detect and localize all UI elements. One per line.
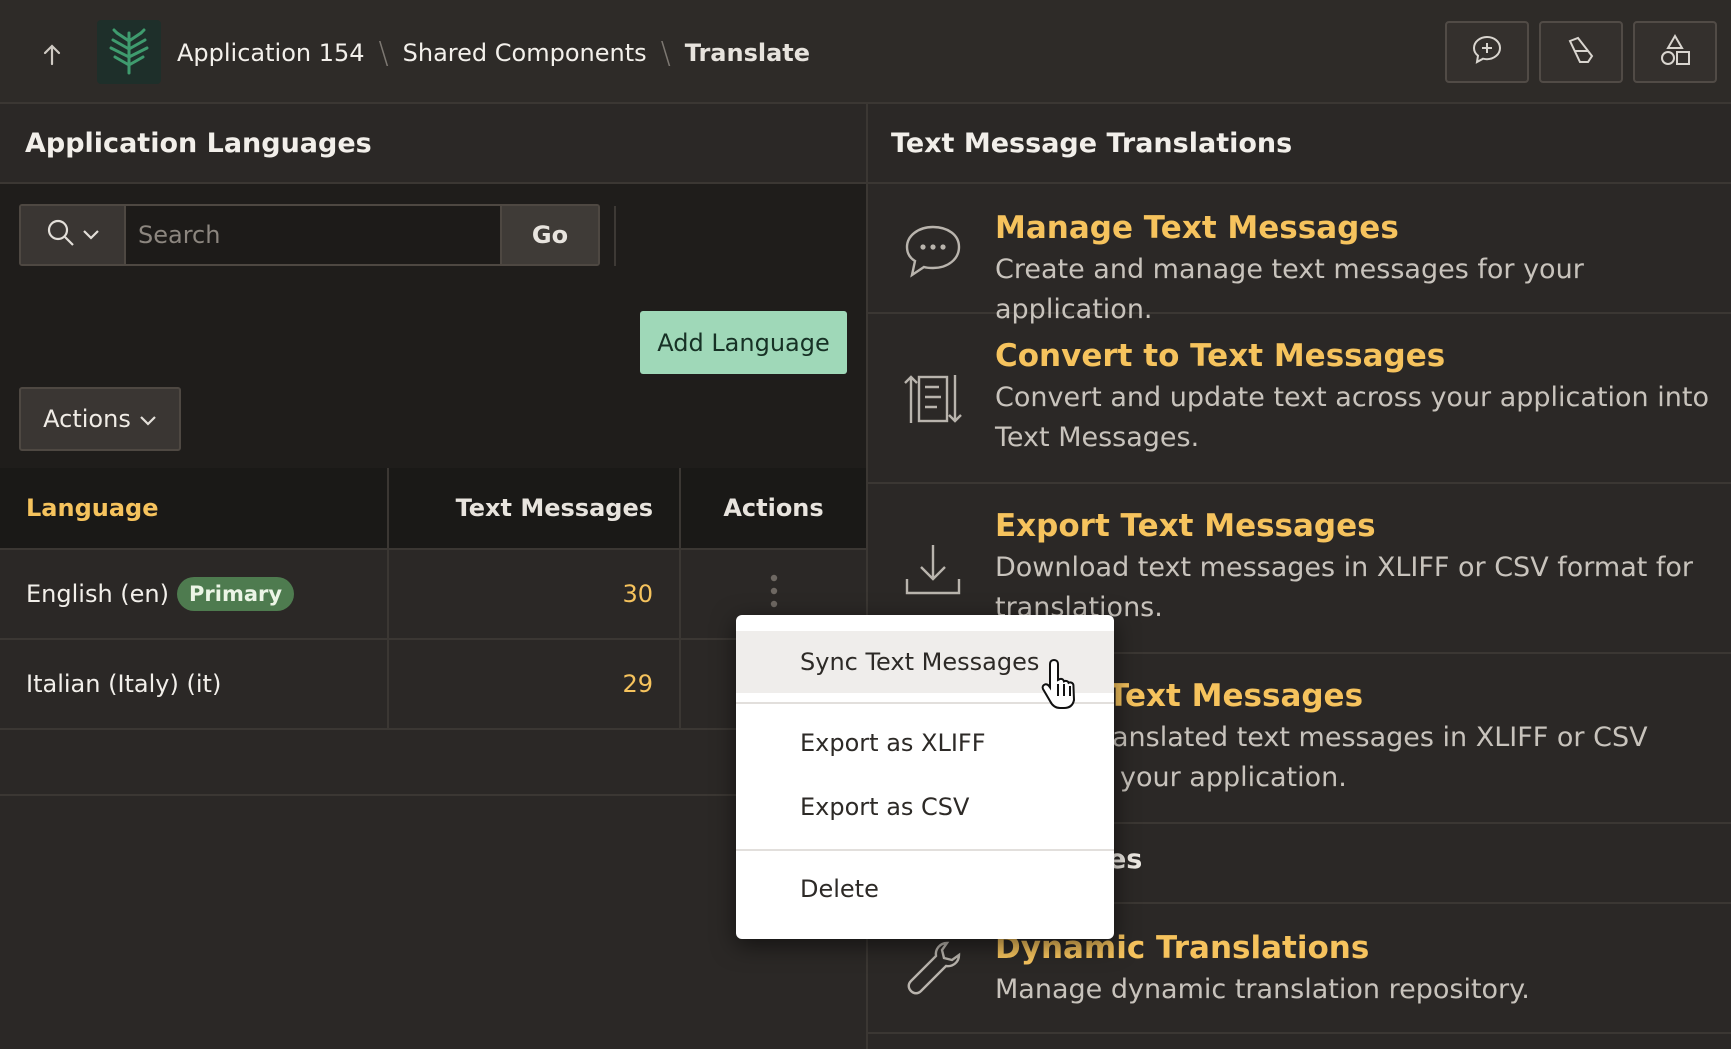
card-convert-to-text-messages[interactable]: Convert to Text Messages Convert and upd… — [868, 314, 1731, 484]
go-button[interactable]: Go — [500, 206, 598, 264]
menu-separator — [736, 849, 1114, 851]
text-messages-count[interactable]: 30 — [622, 580, 653, 608]
chat-add-button[interactable] — [1445, 21, 1529, 83]
menu-item-delete[interactable]: Delete — [736, 861, 1114, 917]
header-buttons — [1445, 21, 1717, 83]
table-header-row: Language Text Messages Actions — [0, 468, 866, 550]
column-header-text-messages[interactable]: Text Messages — [389, 468, 681, 548]
region-title: Text Message Translations — [868, 104, 1731, 184]
chat-bubble-icon — [898, 216, 968, 286]
card-title[interactable]: Convert to Text Messages — [995, 338, 1445, 374]
card-title[interactable]: Text Messages — [1108, 678, 1363, 714]
kebab-menu-icon — [769, 573, 779, 615]
language-cell: Italian (Italy) (it) — [0, 640, 389, 728]
chevron-down-icon — [82, 226, 100, 245]
convert-icon — [898, 364, 968, 434]
card-description-line: your application. — [1120, 762, 1347, 793]
wrench-icon — [898, 934, 968, 1004]
arrow-up-icon[interactable] — [30, 33, 74, 77]
text-messages-count[interactable]: 29 — [622, 670, 653, 698]
search-bar: Go — [19, 204, 600, 266]
pencil-eraser-icon — [1564, 33, 1598, 71]
region-title: Application Languages — [0, 104, 866, 184]
breadcrumb-application[interactable]: Application 154 — [177, 39, 365, 67]
edit-tools-button[interactable] — [1539, 21, 1623, 83]
primary-badge: Primary — [177, 577, 295, 611]
shared-components-button[interactable] — [1633, 21, 1717, 83]
language-cell: English (en) Primary — [0, 550, 389, 638]
breadcrumb-separator: \ — [660, 35, 671, 71]
actions-menu-button[interactable]: Actions — [19, 387, 181, 451]
actions-label: Actions — [43, 405, 131, 433]
breadcrumb-shared-components[interactable]: Shared Components — [403, 39, 647, 67]
search-icon — [46, 218, 76, 252]
card-title[interactable]: Manage Text Messages — [995, 210, 1399, 246]
app-logo-icon[interactable] — [97, 20, 161, 84]
hand-cursor-icon — [1040, 656, 1084, 710]
text-messages-cell: 29 — [389, 640, 681, 728]
card-title[interactable]: Export Text Messages — [995, 508, 1376, 544]
search-input[interactable] — [126, 206, 500, 264]
column-header-language[interactable]: Language — [0, 468, 389, 548]
search-column-selector[interactable] — [21, 206, 126, 264]
download-icon — [898, 534, 968, 604]
menu-item-export-xliff[interactable]: Export as XLIFF — [736, 715, 1114, 771]
shapes-icon — [1658, 33, 1692, 71]
language-name: English (en) — [26, 580, 169, 608]
language-name: Italian (Italy) (it) — [26, 670, 222, 698]
card-description: Convert and update text across your appl… — [995, 382, 1709, 453]
add-language-button[interactable]: Add Language — [640, 311, 847, 374]
chat-add-icon — [1470, 33, 1504, 71]
chevron-down-icon — [139, 405, 157, 433]
menu-item-export-csv[interactable]: Export as CSV — [736, 779, 1114, 835]
breadcrumb-translate: Translate — [684, 39, 811, 67]
card-manage-text-messages[interactable]: Manage Text Messages Create and manage t… — [868, 184, 1731, 325]
card-description-line: anslated text messages in XLIFF or CSV — [1112, 722, 1648, 753]
top-bar: Application 154 \ Shared Components \ Tr… — [0, 0, 1731, 104]
card-description: Manage dynamic translation repository. — [995, 974, 1530, 1005]
toolbar-divider — [614, 206, 616, 266]
column-header-actions: Actions — [723, 494, 824, 522]
breadcrumb-separator: \ — [378, 35, 389, 71]
text-messages-cell: 30 — [389, 550, 681, 638]
breadcrumb: Application 154 \ Shared Components \ Tr… — [177, 30, 810, 76]
